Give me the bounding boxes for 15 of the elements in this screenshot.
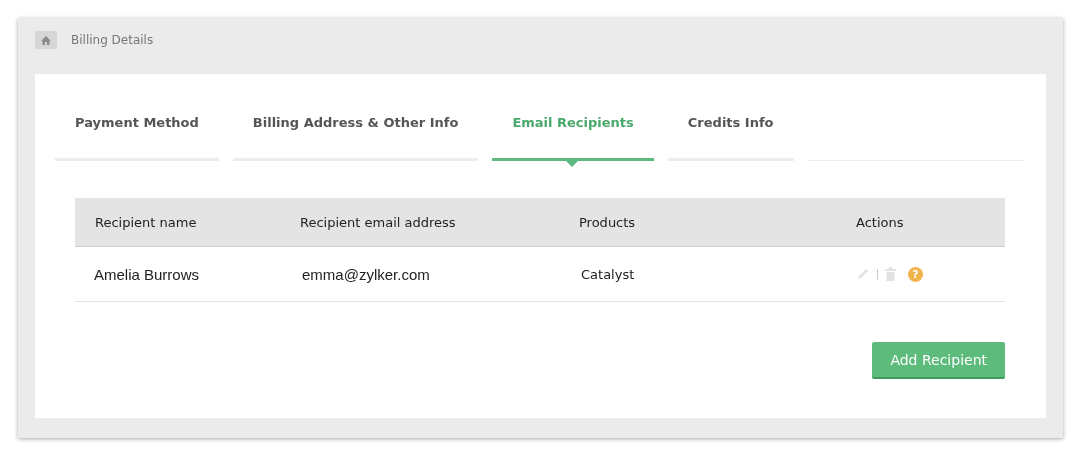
home-button[interactable] <box>35 31 57 49</box>
column-header: Actions <box>856 214 905 230</box>
tab[interactable]: Email Recipients <box>492 115 654 167</box>
breadcrumb-title[interactable]: Billing Details <box>71 33 154 47</box>
table-cell-text: Catalyst <box>580 266 636 282</box>
column-header: Recipient name <box>94 214 198 230</box>
table-cell-text: Amelia Burrows <box>93 265 201 283</box>
column-header: Recipient email address <box>300 214 457 230</box>
tab[interactable]: Billing Address & Other Info <box>232 115 479 167</box>
table-cell-text: emma@zylker.com <box>301 265 431 283</box>
add-recipient-button[interactable]: Add Recipient <box>872 342 1005 379</box>
tab[interactable]: Credits Info <box>667 115 794 167</box>
column-header: Products <box>579 214 637 230</box>
tab[interactable]: Payment Method <box>55 115 219 167</box>
home-icon <box>41 35 51 45</box>
